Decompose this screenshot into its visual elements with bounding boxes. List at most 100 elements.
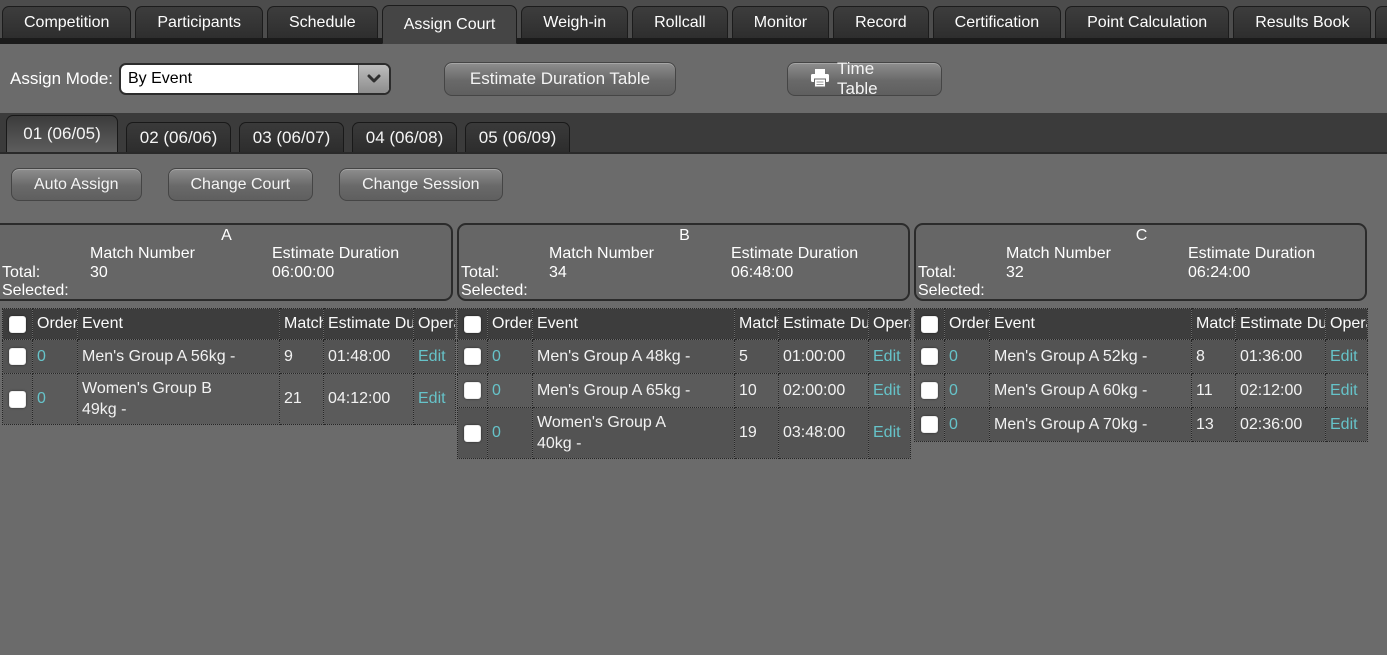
event-value: Men's Group A 60kg - <box>990 374 1192 408</box>
match-column-header: Match Number <box>1192 309 1236 340</box>
estimate-duration-label: Estimate Duration <box>731 245 908 264</box>
court-label: B <box>461 227 908 245</box>
row-checkbox[interactable] <box>464 348 481 365</box>
select-all-checkbox[interactable] <box>9 316 26 333</box>
estimate-column-header: Estimate Duration <box>779 309 869 340</box>
row-checkbox[interactable] <box>9 348 26 365</box>
match-value: 10 <box>735 374 779 408</box>
session-tab-bar: 01 (06/05) 02 (06/06) 03 (06/07) 04 (06/… <box>0 113 1387 154</box>
tab-publication[interactable]: Publication <box>1375 6 1387 38</box>
table-row: 0 Men's Group A 52kg - 8 01:36:00 Edit <box>915 340 1368 374</box>
time-table-button-label: Time Table <box>837 59 919 99</box>
order-column-header: Order <box>945 309 990 340</box>
change-session-button[interactable]: Change Session <box>339 168 502 201</box>
event-column-header: Event <box>990 309 1192 340</box>
select-all-checkbox[interactable] <box>921 316 938 333</box>
court-a-summary: A Match Number Estimate Duration Total: … <box>0 223 453 301</box>
session-tab-05[interactable]: 05 (06/09) <box>465 122 570 152</box>
match-number-label: Match Number <box>549 245 731 264</box>
order-value: 0 <box>33 340 78 374</box>
table-header-row: Order Event Match Number Estimate Durati… <box>458 309 911 340</box>
table-row: 0 Men's Group A 60kg - 11 02:12:00 Edit <box>915 374 1368 408</box>
auto-assign-button[interactable]: Auto Assign <box>11 168 142 201</box>
tab-rollcall[interactable]: Rollcall <box>632 6 728 38</box>
order-value: 0 <box>488 408 533 459</box>
session-tab-03[interactable]: 03 (06/07) <box>239 122 344 152</box>
match-value: 11 <box>1192 374 1236 408</box>
session-tab-01[interactable]: 01 (06/05) <box>6 115 118 152</box>
estimate-duration-table-button[interactable]: Estimate Duration Table <box>444 62 676 96</box>
edit-link[interactable]: Edit <box>418 348 446 365</box>
edit-link[interactable]: Edit <box>873 382 901 399</box>
event-value: Men's Group A 52kg - <box>990 340 1192 374</box>
tab-certification[interactable]: Certification <box>933 6 1061 38</box>
row-checkbox[interactable] <box>464 425 481 442</box>
assign-mode-select[interactable]: By Event <box>119 63 391 95</box>
session-tab-02[interactable]: 02 (06/06) <box>126 122 231 152</box>
row-checkbox[interactable] <box>9 391 26 408</box>
session-tab-04[interactable]: 04 (06/08) <box>352 122 457 152</box>
match-number-label: Match Number <box>1006 245 1188 264</box>
court-label: A <box>2 227 451 245</box>
edit-link[interactable]: Edit <box>1330 348 1358 365</box>
tab-competition[interactable]: Competition <box>2 6 131 38</box>
table-header-row: Order Event Match Number Estimate Durati… <box>915 309 1368 340</box>
row-checkbox[interactable] <box>464 382 481 399</box>
court-c-match-table: Order Event Match Number Estimate Durati… <box>914 308 1368 442</box>
event-value: Men's Group A 65kg - <box>533 374 735 408</box>
edit-link[interactable]: Edit <box>1330 416 1358 433</box>
tab-schedule[interactable]: Schedule <box>267 6 378 38</box>
match-column-header: Match Number <box>735 309 779 340</box>
select-all-checkbox[interactable] <box>464 316 481 333</box>
tab-weigh-in[interactable]: Weigh-in <box>521 6 628 38</box>
match-value: 8 <box>1192 340 1236 374</box>
tab-record[interactable]: Record <box>833 6 929 38</box>
estimate-duration-label: Estimate Duration <box>1188 245 1365 264</box>
table-header-row: Order Event Match Number Estimate Durati… <box>3 309 456 340</box>
main-nav: Competition Participants Schedule Assign… <box>0 0 1387 44</box>
toolbar: Assign Mode: By Event Estimate Duration … <box>0 44 1387 113</box>
tab-participants[interactable]: Participants <box>135 6 263 38</box>
court-a-match-table: Order Event Match Number Estimate Durati… <box>2 308 456 425</box>
tab-results-book[interactable]: Results Book <box>1233 6 1371 38</box>
time-table-button[interactable]: Time Table <box>787 62 942 96</box>
total-label: Total: <box>918 264 1006 282</box>
tab-point-calculation[interactable]: Point Calculation <box>1065 6 1229 38</box>
row-checkbox[interactable] <box>921 416 938 433</box>
court-panel-c: C Match Number Estimate Duration Total: … <box>914 223 1367 442</box>
assign-mode-selected-value: By Event <box>121 70 358 88</box>
operation-column-header: Operation <box>414 309 456 340</box>
printer-icon <box>810 69 830 88</box>
order-value: 0 <box>945 408 990 442</box>
event-column-header: Event <box>78 309 280 340</box>
order-column-header: Order <box>33 309 78 340</box>
estimate-column-header: Estimate Duration <box>1236 309 1326 340</box>
event-value: Men's Group A 70kg - <box>990 408 1192 442</box>
edit-link[interactable]: Edit <box>873 424 901 441</box>
estimate-duration-label: Estimate Duration <box>272 245 451 264</box>
estimate-value: 02:36:00 <box>1236 408 1326 442</box>
total-label: Total: <box>461 264 549 282</box>
estimate-value: 01:36:00 <box>1236 340 1326 374</box>
row-checkbox[interactable] <box>921 382 938 399</box>
court-panel-b: B Match Number Estimate Duration Total: … <box>457 223 910 459</box>
row-checkbox[interactable] <box>921 348 938 365</box>
tab-monitor[interactable]: Monitor <box>732 6 829 38</box>
match-value: 9 <box>280 340 324 374</box>
order-value: 0 <box>488 374 533 408</box>
selected-label: Selected: <box>2 282 90 300</box>
court-c-summary: C Match Number Estimate Duration Total: … <box>914 223 1367 301</box>
edit-link[interactable]: Edit <box>418 390 446 407</box>
court-panel-a: A Match Number Estimate Duration Total: … <box>0 223 453 425</box>
edit-link[interactable]: Edit <box>873 348 901 365</box>
edit-link[interactable]: Edit <box>1330 382 1358 399</box>
court-b-match-table: Order Event Match Number Estimate Durati… <box>457 308 911 459</box>
match-column-header: Match Number <box>280 309 324 340</box>
change-court-button[interactable]: Change Court <box>168 168 314 201</box>
order-value: 0 <box>488 340 533 374</box>
tab-assign-court[interactable]: Assign Court <box>382 5 518 44</box>
order-column-header: Order <box>488 309 533 340</box>
chevron-down-icon <box>358 65 389 93</box>
event-column-header: Event <box>533 309 735 340</box>
table-row: 0 Men's Group A 56kg - 9 01:48:00 Edit <box>3 340 456 374</box>
